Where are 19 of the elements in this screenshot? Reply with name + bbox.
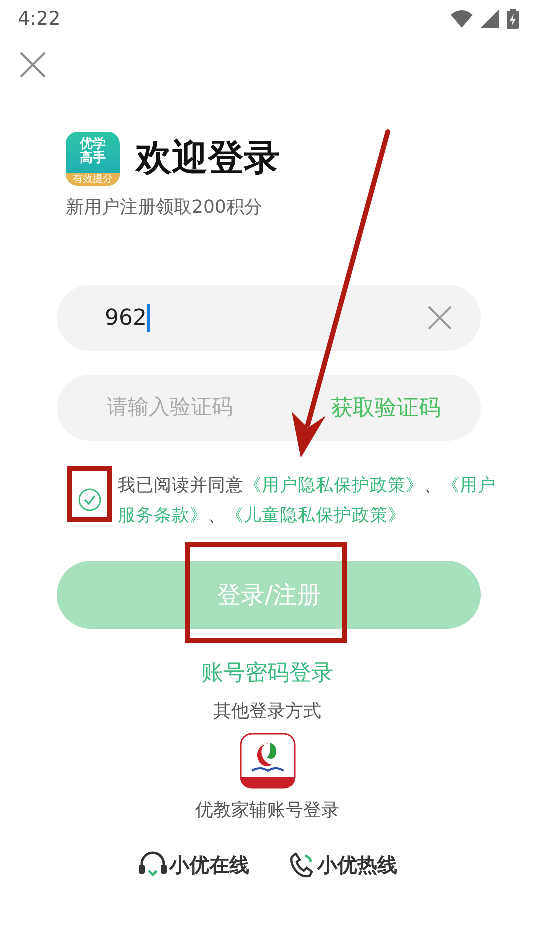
wifi-icon — [451, 10, 473, 28]
online-service-link[interactable]: 小优在线 — [138, 850, 250, 880]
headset-icon — [138, 851, 168, 879]
signal-icon — [481, 10, 499, 28]
status-time: 4:22 — [18, 6, 61, 32]
agreement-text: 我已阅读并同意《用户隐私保护政策》、《用户服务条款》、《儿童隐私保护政策》 — [118, 475, 497, 528]
battery-icon — [507, 9, 519, 29]
subtitle: 新用户注册领取200积分 — [66, 196, 264, 220]
app-icon — [240, 733, 296, 789]
third-party-login[interactable]: 优教家辅账号登录 — [196, 733, 340, 824]
page-title: 欢迎登录 — [136, 137, 280, 181]
hotline-link[interactable]: 小优热线 — [288, 850, 398, 880]
app-logo: 优学 高手 有效提分 — [66, 132, 120, 186]
section-heading: 其他登录方式 — [214, 701, 322, 722]
close-button[interactable] — [20, 52, 46, 78]
clear-button[interactable] — [427, 305, 453, 331]
highlight-frame — [68, 466, 112, 522]
phone-icon — [288, 851, 316, 879]
phone-field[interactable]: 962 — [57, 285, 481, 351]
